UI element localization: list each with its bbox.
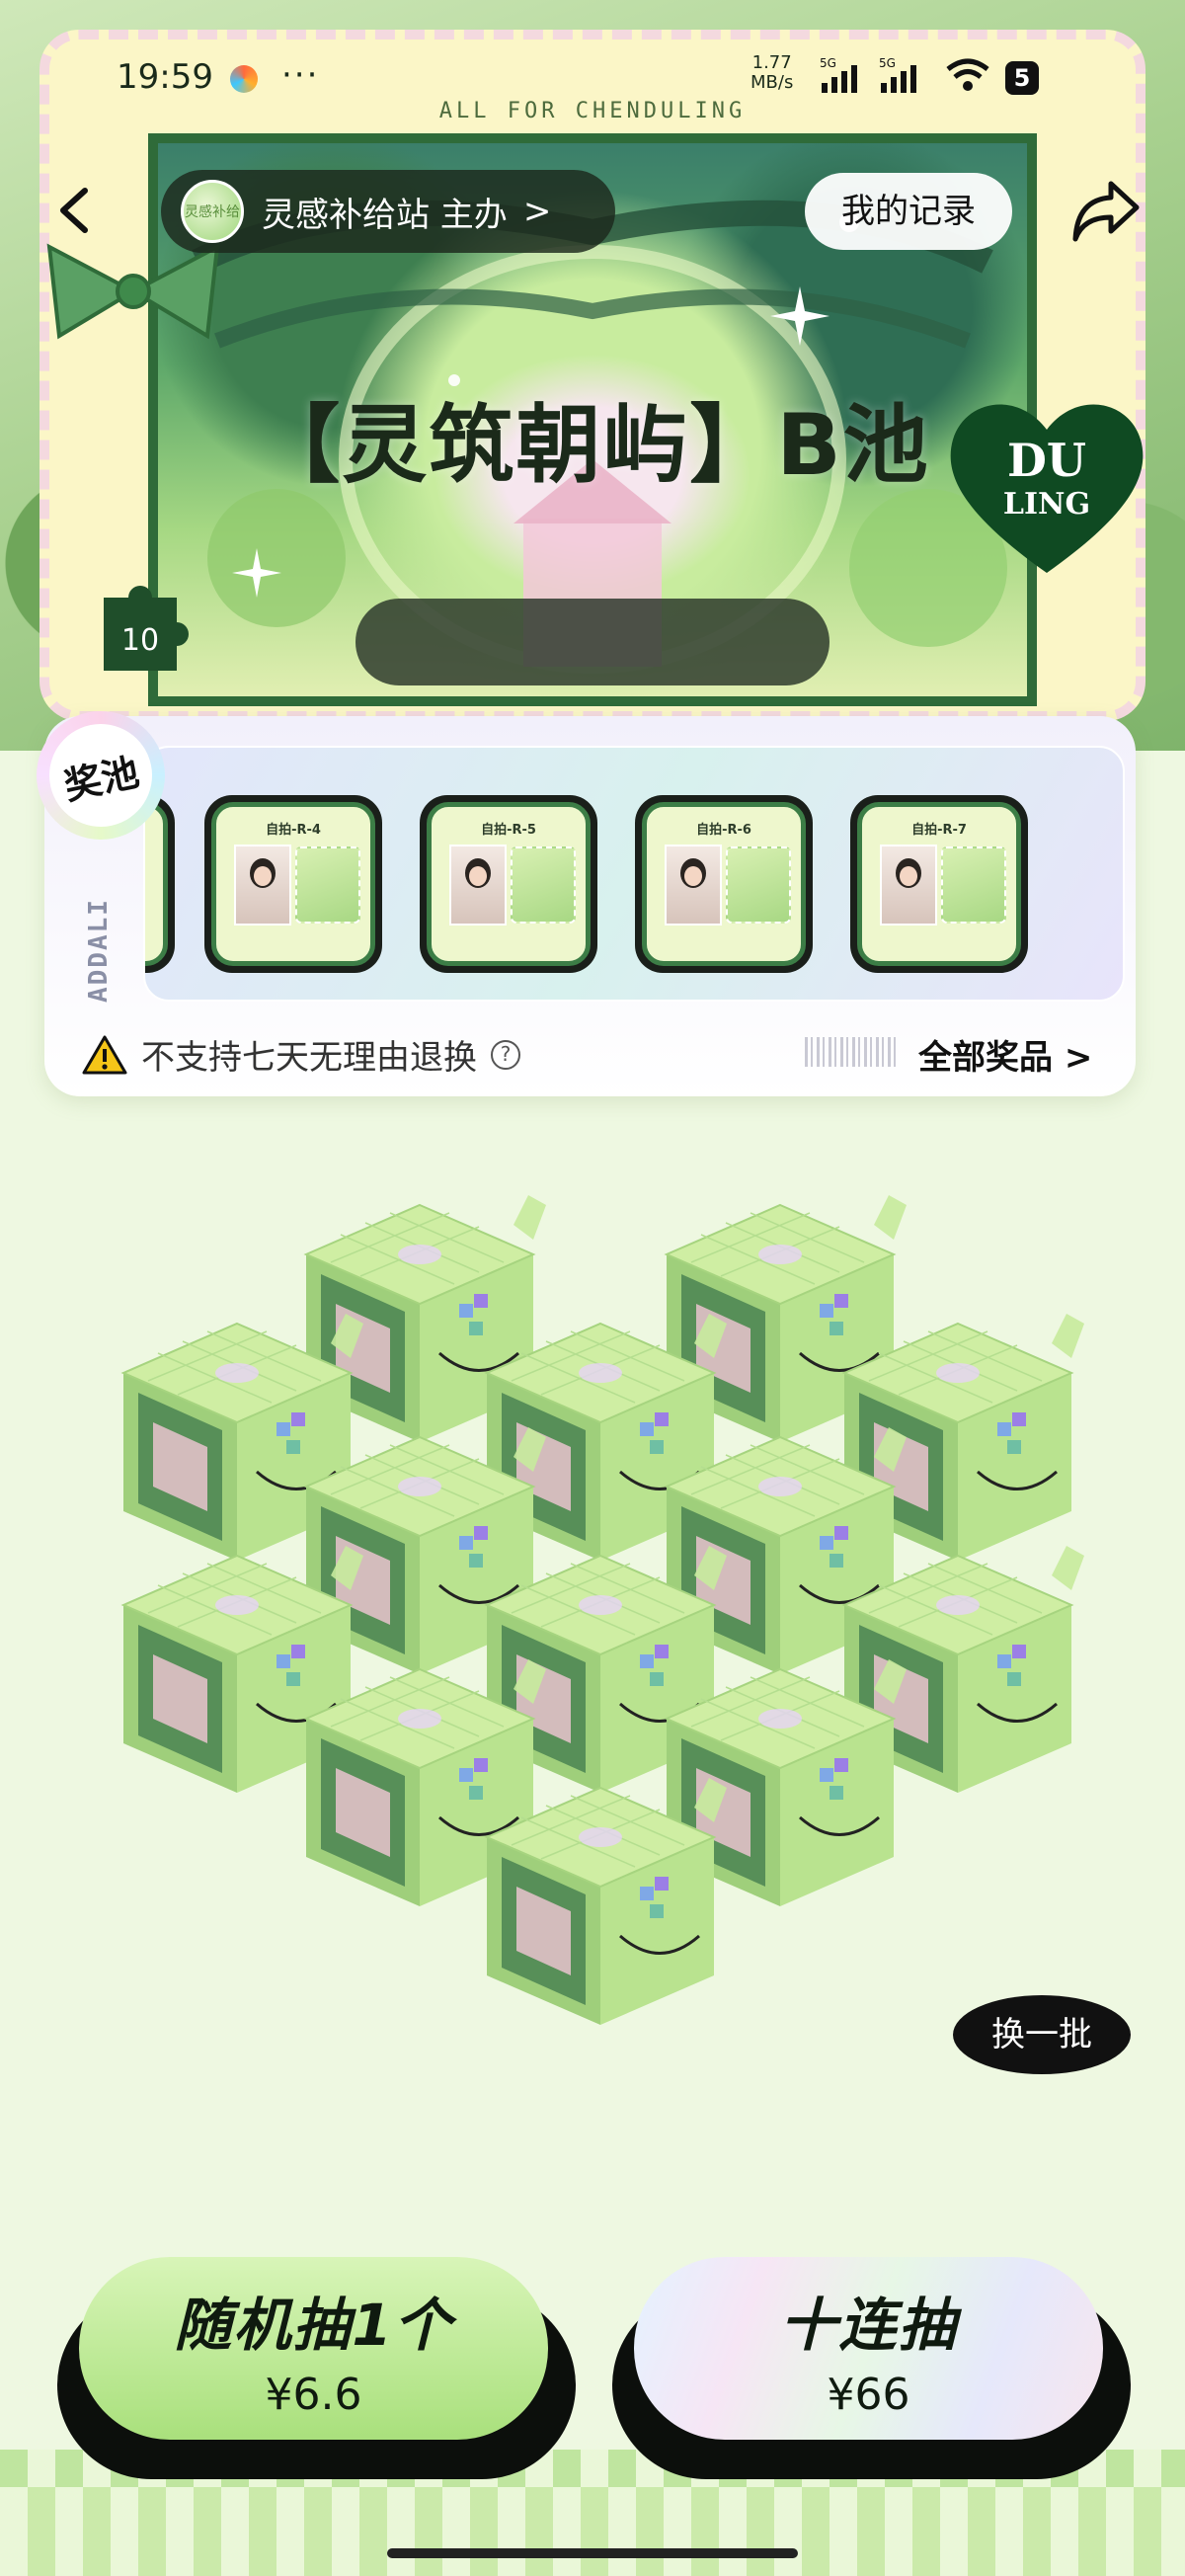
home-indicator[interactable]	[387, 2548, 798, 2558]
host-link[interactable]: 灵感补给 灵感补给站 主办 >	[161, 170, 615, 253]
prize-photo	[665, 845, 722, 926]
single-draw-button[interactable]: 随机抽1个 ¥6.6	[79, 2257, 548, 2440]
single-draw-price: ¥6.6	[265, 2370, 362, 2420]
all-prizes-link[interactable]: 全部奖品 >	[918, 1030, 1092, 1079]
blind-box-grid	[0, 1166, 1185, 2133]
app-notification-icon	[230, 65, 258, 93]
ten-draw-button[interactable]: 十连抽 ¥66	[634, 2257, 1103, 2440]
puzzle-piece-decoration: 10	[104, 586, 189, 671]
prize-card[interactable]: 自拍-R-6	[635, 795, 813, 973]
redacted-info-bar	[356, 599, 830, 685]
status-time: 19:59	[117, 57, 213, 97]
share-button[interactable]	[1071, 178, 1141, 243]
my-records-button[interactable]: 我的记录	[805, 173, 1012, 250]
blind-box[interactable]	[472, 1778, 729, 2035]
host-label: 灵感补给站 主办	[262, 195, 508, 235]
sparkle-icon	[232, 548, 281, 598]
barcode-decoration	[805, 1037, 896, 1067]
prize-card-label: 自拍-R-4	[266, 823, 321, 838]
ten-draw-label: 十连抽	[779, 2292, 958, 2359]
prize-photo	[880, 845, 937, 926]
prize-box-thumbnail	[726, 846, 791, 924]
host-avatar: 灵感补给	[181, 180, 244, 243]
prize-card[interactable]: 自拍-R-5	[420, 795, 597, 973]
network-speed: 1.77 MB/s	[750, 52, 794, 93]
svg-text:5G: 5G	[820, 57, 836, 70]
prize-box-thumbnail	[295, 846, 360, 924]
prize-card-label: 自拍-R-5	[481, 823, 536, 838]
ribbon-bow-decoration	[46, 243, 220, 340]
more-notifications-icon: ···	[281, 55, 320, 95]
prize-photo	[449, 845, 507, 926]
ten-draw-price: ¥66	[827, 2370, 910, 2420]
prize-card[interactable]: 自拍-R-4	[204, 795, 382, 973]
pool-title: 【灵筑朝屿】B池	[255, 396, 930, 495]
warning-icon	[82, 1035, 127, 1074]
prize-carousel[interactable]: 自拍-R-4 自拍-R-5 自拍-R-6 自拍-R-7	[143, 746, 1125, 1002]
cellular-signal-icon: 5G	[820, 57, 857, 93]
prize-pool-panel: 自拍-R-4 自拍-R-5 自拍-R-6 自拍-R-7 ADDALI 奖池 不支…	[37, 711, 1136, 1096]
prize-pool-badge: 奖池	[37, 711, 165, 840]
help-icon[interactable]: ?	[491, 1039, 520, 1070]
prize-card[interactable]	[145, 795, 175, 973]
battery-icon: 5	[1005, 61, 1039, 95]
prize-box-thumbnail	[511, 846, 576, 924]
prize-photo	[234, 845, 291, 926]
checker-footer-decoration	[0, 2487, 1185, 2576]
cellular-signal-icon: 5G	[879, 57, 916, 93]
vertical-brand-text: ADDALI	[84, 898, 114, 1003]
chevron-right-icon: >	[522, 192, 552, 231]
svg-text:5G: 5G	[879, 57, 896, 70]
no-return-warning: 不支持七天无理由退换 ?	[82, 1030, 520, 1079]
prize-card[interactable]: 自拍-R-7	[850, 795, 1028, 973]
wifi-icon	[946, 58, 989, 91]
prize-card-label: 自拍-R-7	[911, 823, 967, 838]
back-button[interactable]	[49, 183, 105, 238]
status-bar: 19:59 ··· 1.77 MB/s 5G 5G 5	[0, 0, 1185, 158]
svg-text:10: 10	[121, 623, 159, 658]
single-draw-label: 随机抽1个	[174, 2292, 453, 2359]
warning-text: 不支持七天无理由退换	[141, 1038, 477, 1078]
sparkle-icon	[770, 286, 830, 346]
prize-box-thumbnail	[941, 846, 1006, 924]
swap-batch-button[interactable]: 换一批	[953, 1995, 1131, 2074]
prize-card-label: 自拍-R-6	[696, 823, 751, 838]
